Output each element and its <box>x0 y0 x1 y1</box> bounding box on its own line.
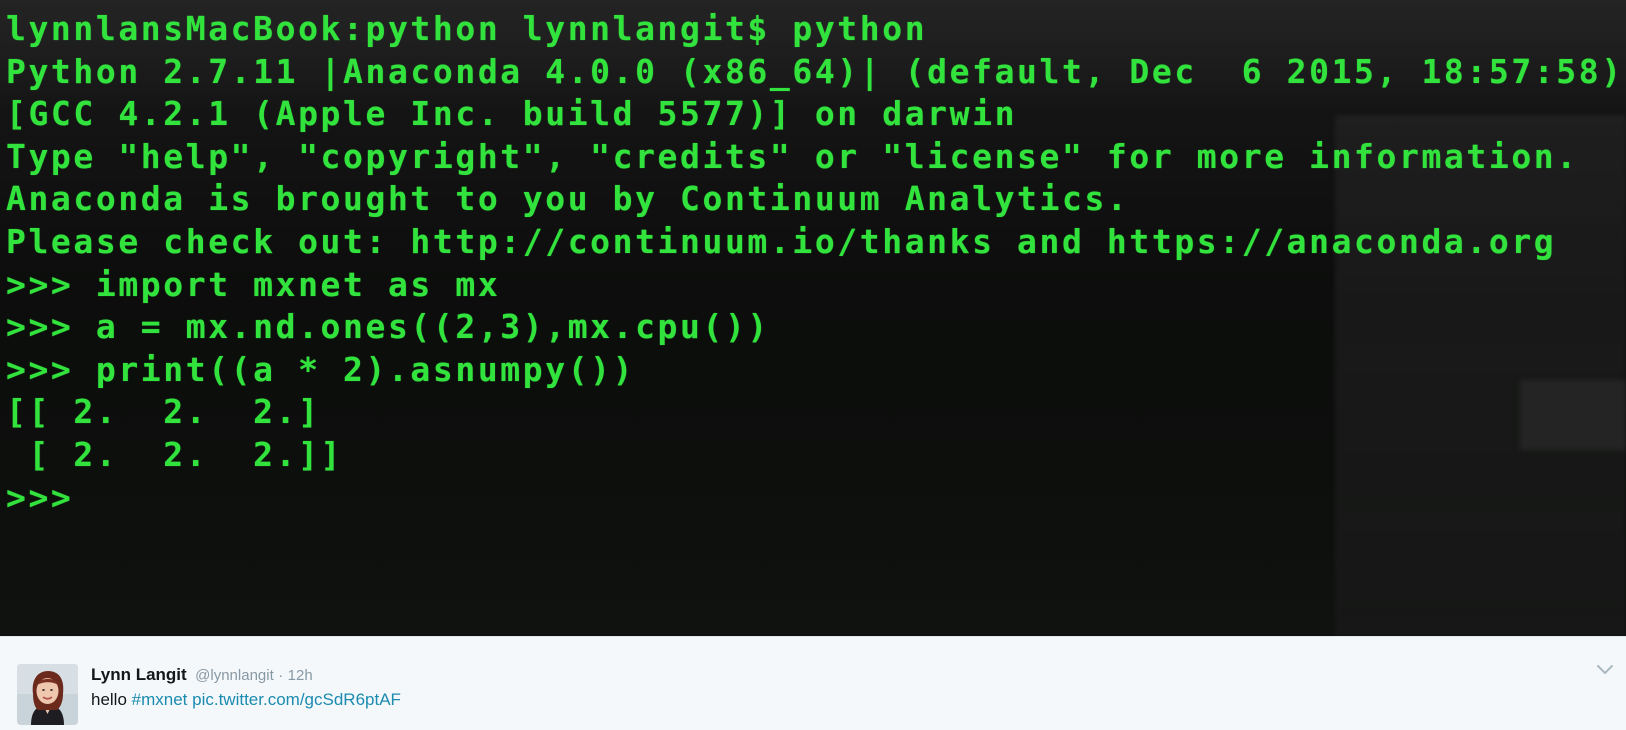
terminal-line: Type "help", "copyright", "credits" or "… <box>6 136 1579 176</box>
author-handle[interactable]: @lynnlangit <box>195 667 274 684</box>
terminal-line: [[ 2. 2. 2.] <box>6 392 321 432</box>
tweet-timestamp[interactable]: 12h <box>288 667 313 684</box>
tweet-text-prefix: hello <box>91 690 132 709</box>
hashtag-link[interactable]: #mxnet <box>132 690 188 709</box>
tweet-header: Lynn Langit @lynnlangit · 12h <box>91 665 313 685</box>
terminal-prompt: >>> <box>6 477 74 517</box>
tweet-card[interactable]: Lynn Langit @lynnlangit · 12h hello #mxn… <box>0 636 1626 730</box>
terminal-line: [GCC 4.2.1 (Apple Inc. build 5577)] on d… <box>6 94 1018 134</box>
meta-separator: · <box>278 667 284 684</box>
terminal-line: Python 2.7.11 |Anaconda 4.0.0 (x86_64)| … <box>6 51 1624 91</box>
user-avatar-photo-icon <box>17 664 78 725</box>
author-name[interactable]: Lynn Langit <box>91 665 187 684</box>
media-link[interactable]: pic.twitter.com/gcSdR6ptAF <box>192 690 401 709</box>
terminal-line: [ 2. 2. 2.]] <box>6 434 344 474</box>
terminal-output: lynnlansMacBook:python lynnlangit$ pytho… <box>6 8 1624 519</box>
terminal-line: Anaconda is brought to you by Continuum … <box>6 179 1130 219</box>
terminal-window: lynnlansMacBook:python lynnlangit$ pytho… <box>0 0 1626 636</box>
terminal-line: lynnlansMacBook:python lynnlangit$ pytho… <box>6 9 928 48</box>
terminal-line: Please check out: http://continuum.io/th… <box>6 221 1557 261</box>
terminal-line: >>> import mxnet as mx <box>6 264 501 304</box>
chevron-down-icon[interactable] <box>1596 664 1614 676</box>
screenshot: lynnlansMacBook:python lynnlangit$ pytho… <box>0 0 1626 730</box>
terminal-line: >>> a = mx.nd.ones((2,3),mx.cpu()) <box>6 307 770 347</box>
terminal-line: >>> print((a * 2).asnumpy()) <box>6 349 636 389</box>
avatar[interactable] <box>17 664 78 725</box>
tweet-text: hello #mxnet pic.twitter.com/gcSdR6ptAF <box>91 689 401 711</box>
